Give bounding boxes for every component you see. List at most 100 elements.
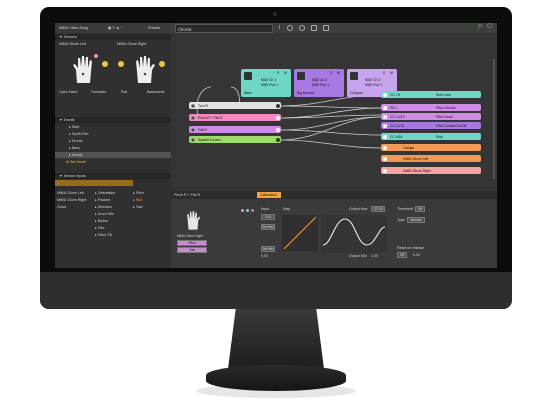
detail-title: Pinch R + Fist R xyxy=(174,193,201,197)
color-dot-icon xyxy=(241,209,244,212)
output-node[interactable]: MiMU Glove Right xyxy=(381,167,481,174)
events-section-header[interactable]: ▼ Events xyxy=(55,117,171,123)
event-row-selected[interactable]: ▸ Vocals xyxy=(55,152,171,158)
pitch-button[interactable]: Pitch xyxy=(177,240,207,246)
canvas-scrollbar[interactable] xyxy=(493,59,495,179)
output-node[interactable]: Orange xyxy=(381,144,481,151)
type-select[interactable]: Normal xyxy=(407,217,425,223)
event-row[interactable]: ▸ Synth Pan xyxy=(55,131,171,137)
type-label: Type xyxy=(397,218,405,222)
input-type[interactable]: ▸ Direction xyxy=(95,195,112,209)
keyboard-icon xyxy=(244,72,252,80)
threshold-toggle[interactable]: Off xyxy=(415,206,425,212)
input-value[interactable]: 1.00 xyxy=(261,214,275,220)
output-node[interactable]: CC 12/13 Pitch Vocal xyxy=(381,113,481,120)
right-glove-icon xyxy=(136,56,155,83)
event-node-pinch-fist[interactable]: Pinch R + Fist R xyxy=(189,114,281,121)
pose-flat: Flat xyxy=(121,90,127,94)
event-node-fist-r[interactable]: Fist R xyxy=(189,126,281,133)
tab-calibration[interactable]: Calibration xyxy=(257,192,281,198)
glove-left-name: MiMU Glove Left xyxy=(59,42,86,46)
input-device[interactable]: Glove xyxy=(57,195,93,209)
output-node[interactable]: MiMU Glove Left xyxy=(381,155,481,162)
project-header: MiMU Video Song ▦ ✎ ◈ ⋯ Presets xyxy=(55,23,171,33)
output-max-label: Output Max xyxy=(349,207,368,211)
input-type[interactable]: ▸ Posture xyxy=(95,188,110,202)
monitor-foot xyxy=(206,365,346,391)
left-panel: MiMU Video Song ▦ ✎ ◈ ⋯ Presets ▼ Sensor… xyxy=(55,23,171,268)
monitor-stand xyxy=(228,309,324,369)
input-type[interactable]: ▸ Flex xyxy=(95,216,105,230)
channel-block-big-bounce[interactable]: Big Bounce MIDI Ch 2 MIDI Port 1 S M xyxy=(294,69,344,97)
output-min-value: 0.00 xyxy=(371,254,378,258)
left-glove-status-icon xyxy=(102,61,108,67)
event-node-system-drone[interactable]: System Drone L xyxy=(189,136,281,143)
left-glove-led-icon xyxy=(94,54,98,58)
reset-value: 0.00 xyxy=(413,253,420,257)
event-node-toro-r[interactable]: Toro R xyxy=(189,102,281,109)
solo-button[interactable]: S xyxy=(277,71,279,75)
input-type[interactable]: ▸ Orientation xyxy=(95,181,115,195)
input-axis[interactable]: ▸ Roll xyxy=(133,188,142,202)
color-dot-icon xyxy=(251,209,254,212)
mute-button[interactable]: M xyxy=(390,71,393,75)
node-canvas[interactable]: Bass MIDI Ch 1 MIDI Port 1 S M Big Bounc… xyxy=(171,33,497,191)
input-device[interactable]: MiMU Glove Left xyxy=(57,181,93,195)
monitor-chin xyxy=(40,272,512,309)
set-min-button[interactable]: Set Min xyxy=(261,246,275,252)
search-input[interactable]: Chords xyxy=(175,24,273,33)
sensors-section-header[interactable]: ▼ Sensors xyxy=(55,34,171,40)
input-axis[interactable]: ▸ Pitch xyxy=(133,181,144,195)
reset-toggle[interactable]: Off xyxy=(397,252,407,258)
yaw-button[interactable]: Yaw xyxy=(177,247,207,253)
input-type[interactable]: ▸ Button xyxy=(95,209,108,223)
event-row[interactable]: ▸ Drums xyxy=(55,138,171,144)
set-max-button[interactable]: Set Max xyxy=(261,224,275,230)
output-node[interactable]: CC 6/16 Skip xyxy=(381,133,481,140)
glove-right-card[interactable]: MiMU Glove Right Flat Backwards xyxy=(113,41,171,97)
grid-icon[interactable] xyxy=(323,25,329,31)
output-node[interactable]: CC 7/1 Shift Lock xyxy=(381,91,481,98)
glove-left-card[interactable]: MiMU Glove Left Open Hand Forwards xyxy=(55,41,113,97)
color-dot-icon xyxy=(246,209,249,212)
p-icon[interactable]: P xyxy=(478,24,483,31)
input-type[interactable]: ▸ Palm Tilt xyxy=(95,223,112,237)
channel-block-bass[interactable]: Bass MIDI Ch 1 MIDI Port 1 S M xyxy=(241,69,291,97)
output-curve-graph[interactable] xyxy=(321,215,387,253)
circle-icon[interactable] xyxy=(287,25,293,31)
map-label: Map xyxy=(283,207,290,211)
event-row[interactable]: ▸ Start xyxy=(55,124,171,130)
info-icon[interactable] xyxy=(299,25,305,31)
header-icons[interactable]: ▦ ✎ ◈ ⋯ xyxy=(108,26,124,30)
solo-button[interactable]: S xyxy=(383,71,385,75)
presets-button[interactable]: Presets xyxy=(148,26,160,30)
app-window: MiMU Video Song ▦ ✎ ◈ ⋯ Presets ▼ Sensor… xyxy=(55,23,497,268)
reset-label: Reset on release xyxy=(397,246,425,250)
input-axis[interactable]: ▸ Yaw xyxy=(133,195,142,209)
pose-backwards: Backwards xyxy=(147,90,165,94)
mute-button[interactable]: M xyxy=(284,71,287,75)
right-glove-wifi-icon xyxy=(118,61,124,67)
camera-dot xyxy=(273,12,277,16)
glove-label: MiMU Glove Right xyxy=(177,234,203,238)
project-title: MiMU Video Song xyxy=(59,26,88,30)
cursor-icon[interactable]: I xyxy=(279,25,280,31)
mute-button[interactable]: M xyxy=(337,71,340,75)
detail-panel: Pinch R + Fist R Calibration MiMU Glove … xyxy=(171,191,497,268)
map-graph[interactable] xyxy=(282,215,318,251)
output-node[interactable]: CC 11/15 Pitch Control On/Off xyxy=(381,122,481,129)
sensor-inputs-section-header[interactable]: ▼ Sensor Inputs xyxy=(55,173,171,179)
output-max-value[interactable]: 127.00 xyxy=(371,206,385,212)
output-node[interactable]: PB 1 Pitch Chords xyxy=(381,104,481,111)
input-device[interactable]: MiMU Glove Right xyxy=(57,188,93,202)
solo-button[interactable]: S xyxy=(330,71,332,75)
power-icon[interactable]: ⏻ xyxy=(487,23,493,31)
event-row[interactable]: ▸ Bass xyxy=(55,145,171,151)
glove-right-name: MiMU Glove Right xyxy=(117,42,147,46)
input-label: Input xyxy=(261,207,269,211)
event-row[interactable]: ⊕ Set Scroll xyxy=(55,159,171,165)
input-type[interactable]: ▸ Drum Hits xyxy=(95,202,114,216)
piano-icon[interactable] xyxy=(311,25,317,31)
keyboard-icon xyxy=(350,72,358,80)
top-toolbar: Chords I P ⏻ xyxy=(171,23,497,33)
